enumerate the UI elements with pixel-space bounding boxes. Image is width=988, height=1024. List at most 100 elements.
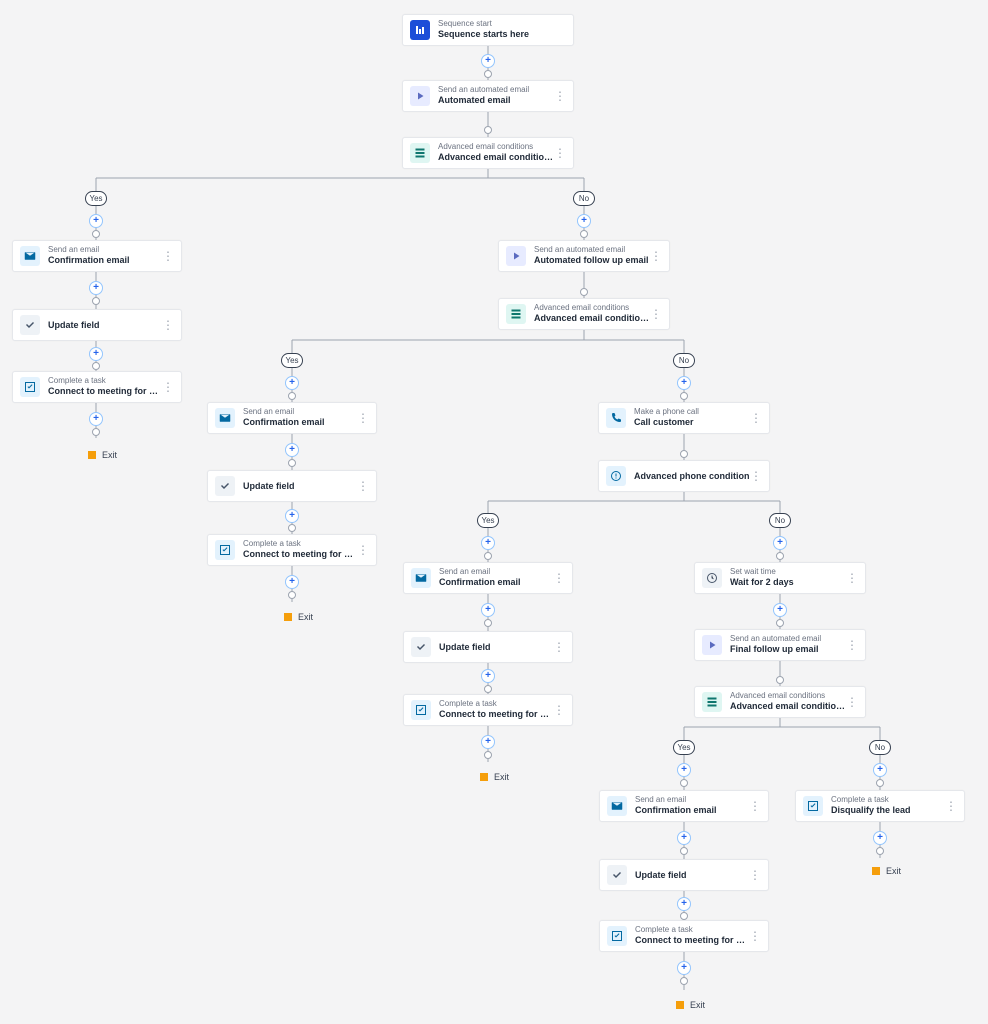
- add-step-button[interactable]: +: [481, 669, 495, 683]
- adv-email-cond-node-2[interactable]: Advanced email conditions Advanced email…: [498, 298, 670, 330]
- update-field-node[interactable]: Update field ⋮: [12, 309, 182, 341]
- more-menu-icon[interactable]: ⋮: [749, 800, 761, 812]
- add-step-button[interactable]: +: [481, 603, 495, 617]
- branch-yes-pill: Yes: [85, 191, 107, 206]
- update-field-icon: [215, 476, 235, 496]
- email-icon: [607, 796, 627, 816]
- add-step-button[interactable]: +: [89, 281, 103, 295]
- adv-email-cond-node-3[interactable]: Advanced email conditions Advanced email…: [694, 686, 866, 718]
- more-menu-icon[interactable]: ⋮: [846, 696, 858, 708]
- add-step-button[interactable]: +: [89, 412, 103, 426]
- connector-port: [680, 912, 688, 920]
- more-menu-icon[interactable]: ⋮: [553, 641, 565, 653]
- email-icon: [215, 408, 235, 428]
- more-menu-icon[interactable]: ⋮: [357, 544, 369, 556]
- connector-port: [288, 591, 296, 599]
- add-step-button[interactable]: +: [481, 735, 495, 749]
- phone-condition-icon: [606, 466, 626, 486]
- connector-port: [580, 288, 588, 296]
- auto-email-node[interactable]: Send an automated email Automated email …: [402, 80, 574, 112]
- add-step-button[interactable]: +: [677, 376, 691, 390]
- more-menu-icon[interactable]: ⋮: [750, 412, 762, 424]
- more-menu-icon[interactable]: ⋮: [749, 930, 761, 942]
- more-menu-icon[interactable]: ⋮: [945, 800, 957, 812]
- add-step-button[interactable]: +: [285, 509, 299, 523]
- add-step-button[interactable]: +: [677, 763, 691, 777]
- branch-no-pill: No: [869, 740, 891, 755]
- more-menu-icon[interactable]: ⋮: [553, 572, 565, 584]
- add-step-button[interactable]: +: [481, 536, 495, 550]
- send-email-node[interactable]: Send an email Confirmation email ⋮: [207, 402, 377, 434]
- automated-email-icon: [410, 86, 430, 106]
- complete-task-node[interactable]: Complete a task Connect to meeting for p…: [12, 371, 182, 403]
- connector-port: [288, 524, 296, 532]
- more-menu-icon[interactable]: ⋮: [162, 250, 174, 262]
- auto-followup-email-node[interactable]: Send an automated email Automated follow…: [498, 240, 670, 272]
- add-step-button[interactable]: +: [677, 961, 691, 975]
- more-menu-icon[interactable]: ⋮: [162, 381, 174, 393]
- more-menu-icon[interactable]: ⋮: [357, 412, 369, 424]
- branch-yes-pill: Yes: [281, 353, 303, 368]
- update-field-node[interactable]: Update field ⋮: [403, 631, 573, 663]
- branch-no-pill: No: [573, 191, 595, 206]
- add-step-button[interactable]: +: [773, 536, 787, 550]
- branch-no-pill: No: [673, 353, 695, 368]
- adv-email-cond-node-1[interactable]: Advanced email conditions Advanced email…: [402, 137, 574, 169]
- more-menu-icon[interactable]: ⋮: [650, 308, 662, 320]
- connector-port: [484, 619, 492, 627]
- connector-port: [580, 230, 588, 238]
- connector-port: [776, 552, 784, 560]
- complete-task-node[interactable]: Complete a task Connect to meeting for p…: [599, 920, 769, 952]
- wait-time-node[interactable]: Set wait time Wait for 2 days ⋮: [694, 562, 866, 594]
- add-step-button[interactable]: +: [873, 763, 887, 777]
- more-menu-icon[interactable]: ⋮: [749, 869, 761, 881]
- final-followup-email-node[interactable]: Send an automated email Final follow up …: [694, 629, 866, 661]
- send-email-node[interactable]: Send an email Confirmation email ⋮: [12, 240, 182, 272]
- adv-phone-cond-node[interactable]: Advanced phone condition ⋮: [598, 460, 770, 492]
- send-email-node[interactable]: Send an email Confirmation email ⋮: [403, 562, 573, 594]
- connector-port: [680, 450, 688, 458]
- add-step-button[interactable]: +: [873, 831, 887, 845]
- more-menu-icon[interactable]: ⋮: [553, 704, 565, 716]
- connector-port: [484, 552, 492, 560]
- exit-marker: Exit: [872, 866, 901, 876]
- more-menu-icon[interactable]: ⋮: [846, 572, 858, 584]
- more-menu-icon[interactable]: ⋮: [162, 319, 174, 331]
- connector-port: [484, 685, 492, 693]
- add-step-button[interactable]: +: [773, 603, 787, 617]
- complete-task-node[interactable]: Complete a task Connect to meeting for p…: [207, 534, 377, 566]
- more-menu-icon[interactable]: ⋮: [650, 250, 662, 262]
- add-step-button[interactable]: +: [481, 54, 495, 68]
- exit-icon: [88, 451, 96, 459]
- condition-icon: [506, 304, 526, 324]
- branch-yes-pill: Yes: [477, 513, 499, 528]
- add-step-button[interactable]: +: [677, 831, 691, 845]
- add-step-button[interactable]: +: [577, 214, 591, 228]
- clock-icon: [702, 568, 722, 588]
- more-menu-icon[interactable]: ⋮: [554, 90, 566, 102]
- add-step-button[interactable]: +: [677, 897, 691, 911]
- condition-icon: [702, 692, 722, 712]
- more-menu-icon[interactable]: ⋮: [846, 639, 858, 651]
- disqualify-task-node[interactable]: Complete a task Disqualify the lead ⋮: [795, 790, 965, 822]
- seq-start-node[interactable]: Sequence start Sequence starts here: [402, 14, 574, 46]
- add-step-button[interactable]: +: [285, 376, 299, 390]
- task-icon: [215, 540, 235, 560]
- update-field-node[interactable]: Update field ⋮: [207, 470, 377, 502]
- add-step-button[interactable]: +: [285, 443, 299, 457]
- more-menu-icon[interactable]: ⋮: [357, 480, 369, 492]
- phone-call-node[interactable]: Make a phone call Call customer ⋮: [598, 402, 770, 434]
- add-step-button[interactable]: +: [89, 214, 103, 228]
- connector-port: [484, 751, 492, 759]
- connector-port: [680, 977, 688, 985]
- connector-port: [680, 847, 688, 855]
- add-step-button[interactable]: +: [285, 575, 299, 589]
- complete-task-node[interactable]: Complete a task Connect to meeting for p…: [403, 694, 573, 726]
- update-field-node[interactable]: Update field ⋮: [599, 859, 769, 891]
- add-step-button[interactable]: +: [89, 347, 103, 361]
- more-menu-icon[interactable]: ⋮: [750, 470, 762, 482]
- exit-icon: [480, 773, 488, 781]
- connector-port: [484, 126, 492, 134]
- more-menu-icon[interactable]: ⋮: [554, 147, 566, 159]
- send-email-node[interactable]: Send an email Confirmation email ⋮: [599, 790, 769, 822]
